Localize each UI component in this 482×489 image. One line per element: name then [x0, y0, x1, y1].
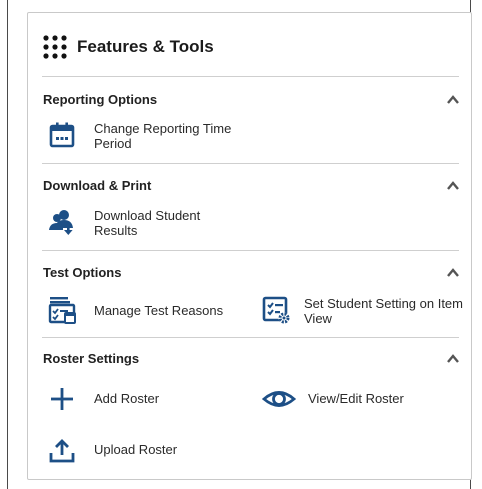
item-label: Upload Roster: [94, 442, 178, 457]
manage-test-reasons-link[interactable]: Manage Test Reasons: [48, 296, 223, 324]
item-label: Manage Test Reasons: [94, 303, 224, 318]
item-label: Add Roster: [94, 391, 160, 406]
add-roster-link[interactable]: Add Roster: [48, 385, 159, 413]
divider: [42, 76, 459, 77]
panel-header: Features & Tools: [43, 35, 214, 59]
item-label: View/Edit Roster: [308, 391, 404, 406]
features-tools-panel: Features & Tools Reporting Options Chang…: [27, 12, 472, 480]
grid-dots-icon: [43, 35, 67, 59]
chevron-up-icon[interactable]: [446, 266, 460, 280]
section-title-test-options[interactable]: Test Options: [43, 265, 121, 280]
set-student-setting-link[interactable]: Set Student Setting on Item View: [262, 296, 479, 326]
chevron-up-icon[interactable]: [446, 179, 460, 193]
divider: [42, 337, 459, 338]
view-edit-roster-link[interactable]: View/Edit Roster: [262, 385, 404, 413]
download-student-results-link[interactable]: Download Student Results: [48, 208, 234, 238]
section-title-download-print[interactable]: Download & Print: [43, 178, 151, 193]
section-title-roster-settings[interactable]: Roster Settings: [43, 351, 139, 366]
change-reporting-time-period-link[interactable]: Change Reporting Time Period: [48, 121, 254, 151]
plus-icon: [51, 388, 73, 410]
item-label: Download Student Results: [94, 208, 201, 238]
eye-icon: [262, 391, 296, 407]
divider: [42, 163, 459, 164]
users-download-icon: [49, 210, 73, 235]
upload-icon: [49, 439, 75, 463]
panel-title: Features & Tools: [77, 37, 214, 56]
chevron-up-icon[interactable]: [446, 93, 460, 107]
chevron-up-icon[interactable]: [446, 352, 460, 366]
item-label: Set Student Setting on Item View: [304, 296, 463, 326]
checklist-stack-icon: [48, 297, 76, 324]
checklist-gear-icon: [262, 296, 290, 324]
section-title-reporting-options[interactable]: Reporting Options: [43, 92, 157, 107]
upload-roster-link[interactable]: Upload Roster: [48, 436, 177, 464]
item-label: Change Reporting Time Period: [94, 121, 232, 151]
calendar-icon: [49, 122, 75, 148]
divider: [42, 250, 459, 251]
